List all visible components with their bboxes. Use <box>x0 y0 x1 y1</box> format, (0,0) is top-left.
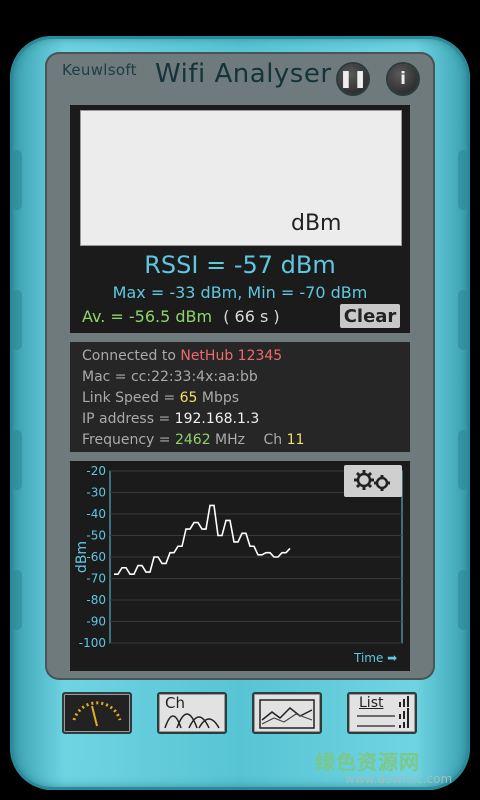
average-readout: Av. = -56.5 dBm ( 66 s ) <box>82 307 280 326</box>
watermark-url: www.downcc.com <box>345 772 453 786</box>
channel-view-button[interactable]: Ch <box>157 692 227 734</box>
ssid-value: NetHub 12345 <box>180 348 283 364</box>
frame-ridge <box>12 570 22 630</box>
frame-ridge <box>458 570 468 630</box>
rssi-readout: RSSI = -57 dBm <box>144 251 336 279</box>
y-tick-label: -20 <box>86 464 106 478</box>
meter-panel: -80-70-60-50-40-30-20 dBm RSSI = -57 dBm… <box>3 105 410 583</box>
frame-ridge <box>458 430 468 490</box>
frame-ridge <box>12 290 22 350</box>
channel-icon <box>164 713 220 729</box>
frame-ridge <box>458 150 468 210</box>
channel-prefix: Ch <box>263 432 287 448</box>
info-icon: i <box>400 69 406 89</box>
mac-line: Mac = cc:22:33:4x:aa:bb <box>82 369 258 385</box>
y-axis-label: dBm <box>74 541 90 573</box>
gauge-svg: -80-70-60-50-40-30-20 <box>3 246 187 583</box>
meter-view-button[interactable] <box>62 692 132 734</box>
link-speed-line: Link Speed = 65 Mbps <box>82 390 239 406</box>
average-duration: ( 66 s ) <box>223 307 280 326</box>
freq-prefix: Frequency = <box>82 432 175 448</box>
y-tick-label: -90 <box>86 615 106 629</box>
list-view-button[interactable]: List <box>347 692 417 734</box>
info-button[interactable]: i <box>388 64 418 94</box>
clear-button[interactable]: Clear <box>340 304 400 328</box>
y-tick-label: -40 <box>86 507 106 521</box>
pause-icon: ❚❚ <box>338 69 368 89</box>
list-signal-icon <box>357 696 409 728</box>
watermark-text: 绿色资源网 <box>315 750 420 774</box>
average-value: Av. = -56.5 dBm <box>82 307 213 326</box>
signal-graph-panel: -20 -30 -40 -50 -60 -70 -80 -90 -100 dBm Time ➡ <box>70 461 410 671</box>
brand-label: Keuwlsoft <box>62 61 137 79</box>
frame-ridge <box>12 430 22 490</box>
graph-icon <box>259 699 315 729</box>
signal-gauge: -80-70-60-50-40-30-20 dBm <box>3 110 402 583</box>
connected-line: Connected to NetHub 12345 <box>82 348 282 364</box>
gauge-unit: dBm <box>291 211 342 236</box>
channel-value: 11 <box>286 432 305 448</box>
app-title: Wifi Analyser <box>155 59 332 89</box>
pause-button[interactable]: ❚❚ <box>338 64 368 94</box>
y-tick-label: -80 <box>86 593 106 607</box>
connection-info-panel: Connected to NetHub 12345 Mac = cc:22:33… <box>70 342 410 452</box>
y-tick-label: -30 <box>86 486 106 500</box>
meter-icon <box>72 701 122 727</box>
link-speed-value: 65 <box>179 390 198 406</box>
connected-prefix: Connected to <box>82 348 181 364</box>
time-axis-label: Time ➡ <box>354 651 398 665</box>
graph-view-button[interactable] <box>252 692 322 734</box>
ip-value: 192.168.1.3 <box>174 411 260 427</box>
graph-settings-button[interactable] <box>344 465 402 497</box>
ip-line: IP address = 192.168.1.3 <box>82 411 259 427</box>
frame-ridge <box>12 150 22 210</box>
y-tick-label: -50 <box>86 529 106 543</box>
signal-series-line <box>114 504 291 575</box>
y-tick-label: -100 <box>79 636 106 650</box>
frequency-line: Frequency = 2462 MHz Ch 11 <box>82 432 304 448</box>
ip-prefix: IP address = <box>82 411 175 427</box>
freq-value: 2462 <box>174 432 211 448</box>
max-min-readout: Max = -33 dBm, Min = -70 dBm <box>112 283 368 302</box>
freq-unit: MHz <box>210 432 246 448</box>
frame-ridge <box>458 290 468 350</box>
gears-icon <box>354 470 390 491</box>
link-unit: Mbps <box>197 390 240 406</box>
link-prefix: Link Speed = <box>82 390 180 406</box>
